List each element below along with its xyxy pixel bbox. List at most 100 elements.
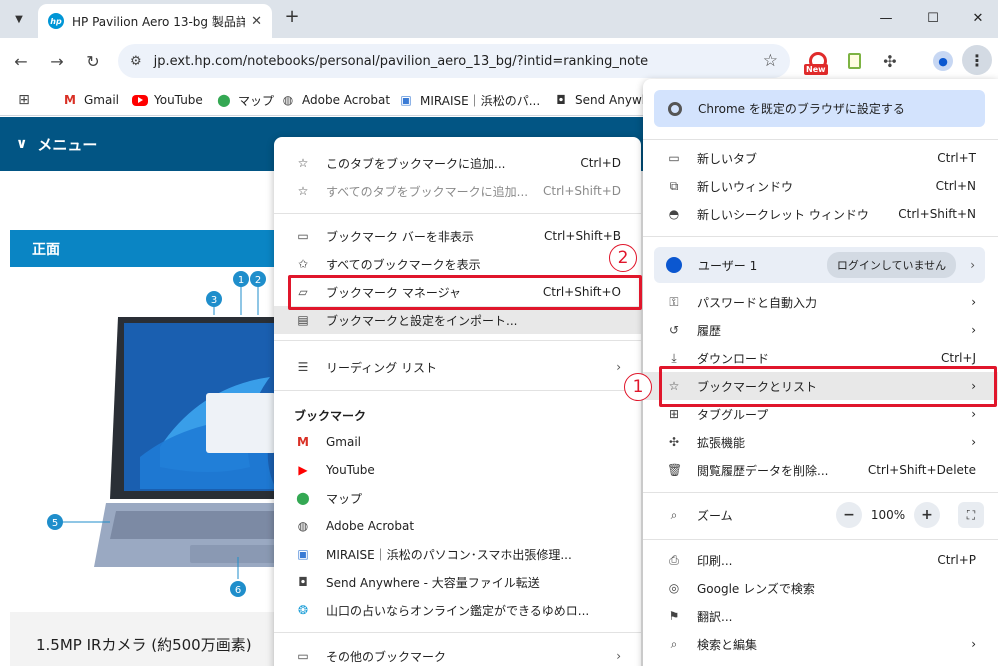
site-info-icon[interactable]: ⚙	[130, 54, 142, 69]
toolbar: ← → ↻ ⚙ jp.ext.hp.com/notebooks/personal…	[0, 38, 998, 84]
globe-icon: ◍	[282, 93, 294, 107]
back-button[interactable]: ←	[9, 49, 33, 73]
chrome-icon	[668, 101, 682, 116]
highlight-bookmark-manager	[288, 275, 642, 310]
close-tab-icon[interactable]: ✕	[251, 14, 262, 29]
new-window-icon: ⧉	[669, 178, 679, 193]
tab-groups-icon: ⊞	[668, 407, 680, 421]
set-default-browser[interactable]: Chrome を既定のブラウザに設定する	[654, 90, 985, 127]
tab-search-button[interactable]: ▼	[7, 7, 31, 31]
history[interactable]: ↺ 履歴 ›	[643, 316, 998, 344]
feature-caption: 1.5MP IRカメラ (約500万画素)	[10, 612, 310, 666]
bookmark-item[interactable]: M Gmail	[274, 428, 641, 456]
google-lens-search[interactable]: ◎ Google レンズで検索	[643, 574, 998, 602]
address-bar[interactable]: ⚙ jp.ext.hp.com/notebooks/personal/pavil…	[118, 44, 790, 78]
bookmark-item[interactable]: ⬤ マップ	[274, 484, 641, 512]
incognito-icon: ◓	[668, 207, 680, 221]
extensions[interactable]: ✣ 拡張機能 ›	[643, 428, 998, 456]
passwords-autofill[interactable]: ⚿ パスワードと自動入力 ›	[643, 288, 998, 316]
globe-icon: ◍	[297, 519, 309, 533]
highlight-bookmarks-and-lists	[659, 366, 997, 407]
chrome-menu-button[interactable]: ⋮	[962, 45, 992, 75]
download-icon: ⤓	[671, 350, 677, 365]
print[interactable]: ⎙ 印刷... Ctrl+P	[643, 546, 998, 574]
new-tab[interactable]: ▭ 新しいタブ Ctrl+T	[643, 144, 998, 172]
history-icon: ↺	[668, 323, 680, 337]
bookmark-maps[interactable]: ⬤ マップ	[216, 91, 274, 109]
bookmark-send-anywhere[interactable]: ◘ Send Anywhe	[553, 91, 657, 109]
callout-5: 5	[52, 518, 58, 529]
minimize-button[interactable]: —	[866, 4, 906, 32]
yume-icon: ❂	[297, 603, 309, 617]
send-anywhere-icon: ◘	[298, 575, 308, 589]
url-text[interactable]: jp.ext.hp.com/notebooks/personal/pavilio…	[154, 54, 763, 69]
lens-icon: ◎	[668, 581, 680, 595]
new-tab-icon: ▭	[668, 151, 680, 165]
reading-list[interactable]: ☰ リーディング リスト ›	[274, 353, 641, 381]
apps-button[interactable]: ⊞	[16, 91, 38, 109]
step-1-marker: 1	[624, 373, 652, 401]
extension-new-icon[interactable]: New	[804, 50, 832, 75]
print-icon: ⎙	[669, 552, 679, 567]
extensions-puzzle-icon[interactable]: ✣	[880, 50, 900, 72]
title-bar: ▼ hp HP Pavilion Aero 13-bg 製品詳細 ✕ + — ☐…	[0, 0, 998, 38]
person-icon	[666, 257, 682, 273]
youtube-icon: ▶	[298, 463, 308, 477]
zoom-row: ⌕ ズーム − 100% + ⛶	[643, 501, 998, 529]
miraise-icon: ▣	[297, 547, 309, 561]
chevron-down-icon: ∨	[16, 136, 28, 152]
chevron-down-icon: ▼	[15, 13, 23, 25]
bookmark-adobe-acrobat[interactable]: ◍ Adobe Acrobat	[280, 91, 390, 109]
new-window[interactable]: ⧉ 新しいウィンドウ Ctrl+N	[643, 172, 998, 200]
import-bookmarks[interactable]: ▤ ブックマークと設定をインポート...	[274, 306, 641, 334]
section-heading: 正面	[10, 230, 310, 267]
import-icon: ▤	[297, 313, 309, 327]
zoom-out-button[interactable]: −	[836, 502, 862, 528]
clear-browsing-data[interactable]: 🗑 閲覧履歴データを削除... Ctrl+Shift+Delete	[643, 456, 998, 484]
active-tab[interactable]: hp HP Pavilion Aero 13-bg 製品詳細 ✕	[38, 4, 272, 38]
bookmark-star-icon[interactable]: ☆	[763, 51, 778, 71]
youtube-icon	[132, 94, 148, 106]
new-incognito-window[interactable]: ◓ 新しいシークレット ウィンドウ Ctrl+Shift+N	[643, 200, 998, 228]
profile-button[interactable]: ●	[933, 50, 953, 72]
hide-bookmarks-bar[interactable]: ▭ ブックマーク バーを非表示 Ctrl+Shift+B	[274, 222, 641, 250]
star-icon: ☆	[297, 156, 309, 170]
forward-button[interactable]: →	[45, 49, 69, 73]
new-badge: New	[804, 64, 828, 75]
star-outline-icon: ✩	[297, 257, 309, 271]
callout-1: 1	[238, 275, 244, 286]
chevron-right-icon: ›	[616, 360, 621, 374]
fullscreen-icon[interactable]: ⛶	[958, 502, 984, 528]
bookmark-miraise[interactable]: ▣ MIRAISE｜浜松のパ...	[398, 91, 540, 109]
show-all-bookmarks[interactable]: ✩ すべてのブックマークを表示	[274, 250, 641, 278]
bookmark-item[interactable]: ▶ YouTube	[274, 456, 641, 484]
person-icon: ●	[933, 51, 953, 71]
chevron-right-icon: ›	[970, 258, 975, 272]
extension-note-icon[interactable]	[844, 50, 864, 72]
miraise-icon: ▣	[400, 93, 412, 107]
new-tab-button[interactable]: +	[282, 8, 302, 28]
laptop-image: 1 2 3 5 6	[47, 271, 280, 597]
other-bookmarks[interactable]: ▭ その他のブックマーク ›	[274, 642, 641, 666]
callout-2: 2	[255, 275, 261, 286]
bookmark-item[interactable]: ▣ MIRAISE｜浜松のパソコン･スマホ出張修理...	[274, 540, 641, 568]
zoom-in-button[interactable]: +	[914, 502, 940, 528]
maximize-button[interactable]: ☐	[913, 4, 953, 32]
bookmark-this-tab[interactable]: ☆ このタブをブックマークに追加... Ctrl+D	[274, 149, 641, 177]
apps-grid-icon: ⊞	[18, 92, 30, 108]
trash-icon: 🗑	[667, 463, 683, 477]
find-and-edit[interactable]: ⌕ 検索と編集 ›	[643, 630, 998, 658]
bookmark-gmail[interactable]: M Gmail	[62, 91, 119, 109]
bookmark-youtube[interactable]: YouTube	[132, 91, 203, 109]
translate[interactable]: ⚑ 翻訳...	[643, 602, 998, 630]
reload-button[interactable]: ↻	[81, 49, 105, 73]
profile-row[interactable]: ユーザー 1 ログインしていません ›	[654, 247, 985, 283]
bookmark-item[interactable]: ◘ Send Anywhere - 大容量ファイル転送	[274, 568, 641, 596]
star-icon: ☆	[297, 184, 309, 198]
bookmark-item[interactable]: ❂ 山口の占いならオンライン鑑定ができるゆめロ...	[274, 596, 641, 624]
bookmarks-submenu: ☆ このタブをブックマークに追加... Ctrl+D ☆ すべてのタブをブックマ…	[274, 137, 641, 666]
gmail-icon: M	[64, 93, 76, 107]
close-window-button[interactable]: ✕	[958, 4, 998, 32]
signed-out-status[interactable]: ログインしていません	[826, 252, 957, 278]
bookmark-item[interactable]: ◍ Adobe Acrobat	[274, 512, 641, 540]
